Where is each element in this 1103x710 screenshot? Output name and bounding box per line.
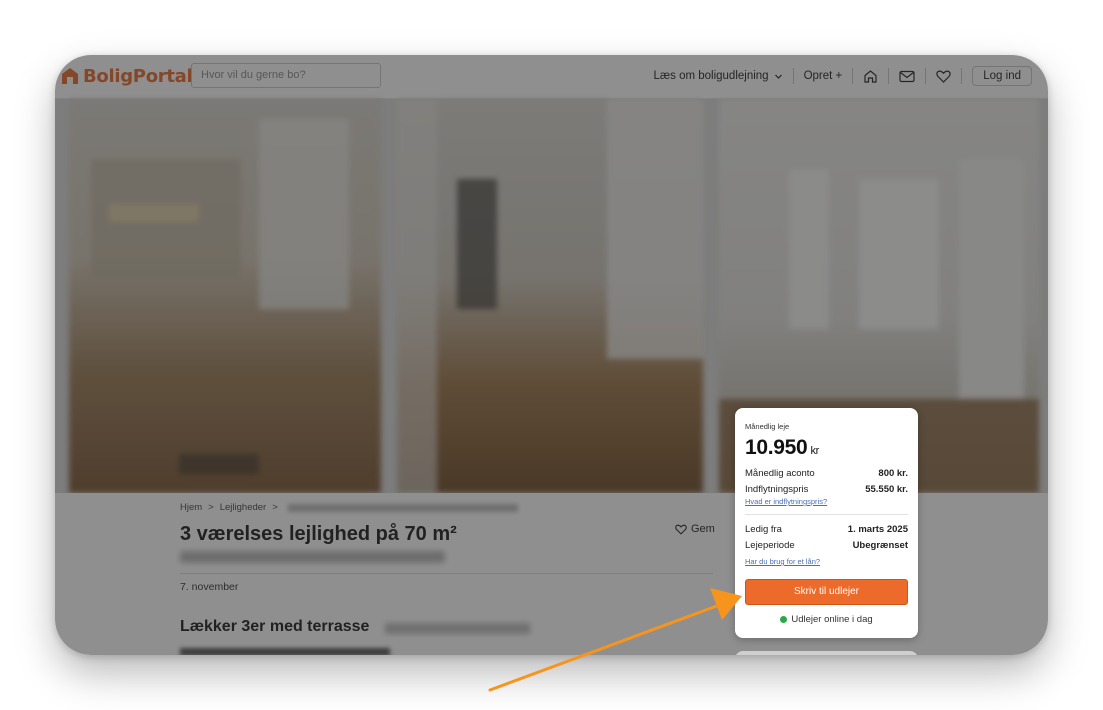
monthly-rent-value: 10.950 kr [745,436,819,460]
login-button[interactable]: Log ind [972,66,1032,86]
favorites-button[interactable] [936,70,951,83]
messages-button[interactable] [899,70,915,83]
period-value: Ubegrænset [852,540,908,551]
move-in-row: Indflytningspris 55.550 kr. [745,484,908,495]
online-status-text: Udlejer online i dag [791,614,873,625]
secondary-card-peek [735,651,918,655]
nav-create-label: Opret + [803,70,843,82]
mail-icon [899,70,915,82]
move-in-info-link[interactable]: Hvad er indflytningspris? [745,497,827,506]
move-in-label: Indflytningspris [745,484,809,495]
save-listing-button[interactable]: Gem [675,523,715,535]
card-divider [745,514,908,515]
address-blurred [180,551,445,563]
breadcrumb-separator: > [208,502,214,513]
currency-label: kr [810,445,820,457]
home-button[interactable] [863,69,878,83]
description-title-blurred [385,623,530,634]
site-header: BoligPortal Hvor vil du gerne bo? Læs om… [55,55,1048,99]
main-nav: Læs om boligudlejning Opret + Log ind [654,65,1032,87]
nav-divider [852,68,854,84]
available-row: Ledig fra 1. marts 2025 [745,524,908,535]
gallery-photo[interactable] [69,99,381,493]
move-in-value: 55.550 kr. [865,484,908,495]
available-value: 1. marts 2025 [847,524,908,535]
listing-title: 3 værelses lejlighed på 70 m² [180,523,457,545]
available-label: Ledig fra [745,524,782,535]
nav-divider [792,68,794,84]
description-text-blurred [180,648,390,655]
period-label: Lejeperiode [745,540,795,551]
logo[interactable]: BoligPortal [61,63,193,89]
search-input[interactable]: Hvor vil du gerne bo? [191,63,381,88]
aconto-row: Månedlig aconto 800 kr. [745,468,908,479]
breadcrumb-separator: > [272,502,278,513]
aconto-value: 800 kr. [878,468,908,479]
heart-icon [936,70,951,83]
chevron-down-icon [774,74,782,79]
nav-divider [925,68,927,84]
divider [180,573,713,574]
breadcrumb-apartments[interactable]: Lejligheder [220,502,266,513]
home-icon [864,70,877,83]
loan-link[interactable]: Har du brug for et lån? [745,557,820,566]
nav-divider [961,68,963,84]
description-title: Lækker 3er med terrasse [180,618,370,635]
contact-landlord-button[interactable]: Skriv til udlejer [745,579,908,605]
aconto-label: Månedlig aconto [745,468,815,479]
nav-create[interactable]: Opret + [804,70,843,82]
house-logo-icon [62,68,78,84]
nav-about-label: Læs om boligudlejning [653,70,769,82]
rent-amount: 10.950 [745,436,808,459]
save-label: Gem [691,523,715,535]
heart-icon [675,524,687,535]
gallery-photo[interactable] [397,99,703,493]
breadcrumb-home[interactable]: Hjem [180,502,202,513]
listing-date: 7. november [180,581,239,593]
nav-about-rental[interactable]: Læs om boligudlejning [654,70,783,82]
monthly-rent-label: Månedlig leje [745,422,790,431]
online-dot-icon [780,616,788,623]
price-card: Månedlig leje 10.950 kr Månedlig aconto 8… [735,408,918,638]
period-row: Lejeperiode Ubegrænset [745,540,908,551]
landlord-online-status: Udlejer online i dag [745,614,908,625]
browser-window: BoligPortal Hvor vil du gerne bo? Læs om… [55,55,1048,655]
breadcrumb: Hjem > Lejligheder > [180,502,518,513]
nav-divider [888,68,890,84]
logo-text: BoligPortal [83,65,193,87]
breadcrumb-blurred[interactable] [287,503,518,512]
